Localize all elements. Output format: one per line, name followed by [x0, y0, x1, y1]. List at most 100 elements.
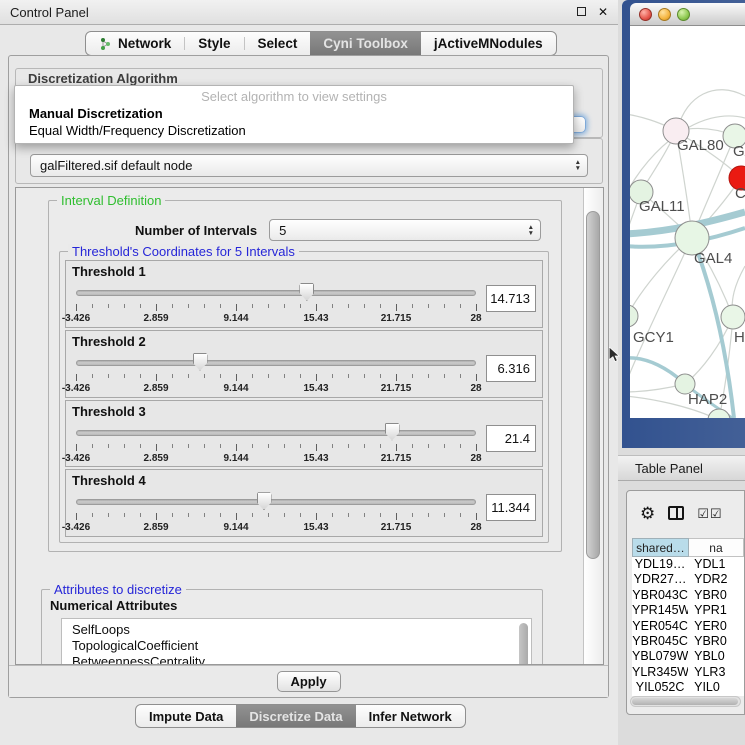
table-scrollbar-thumb[interactable]	[632, 698, 738, 705]
slider-track[interactable]	[76, 499, 476, 505]
zoom-traffic-light-icon[interactable]	[677, 8, 690, 21]
table-cell[interactable]: YBL0	[688, 649, 744, 664]
table-row[interactable]: YBL079WYBL0	[632, 649, 744, 664]
threshold-list: Threshold 1 -3.4262.8599.14415.4321.7152…	[65, 260, 543, 537]
slider-tick-labels: -3.4262.8599.14415.4321.71528	[76, 313, 476, 325]
number-of-intervals-label: Number of Intervals	[135, 223, 257, 238]
panel-scrollbar-thumb[interactable]	[586, 211, 600, 559]
table-cell[interactable]: YPR145W	[632, 603, 688, 618]
attribute-item[interactable]: SelfLoops	[72, 622, 531, 638]
threshold-value-field[interactable]: 14.713	[486, 285, 536, 312]
tick-label: 28	[470, 522, 481, 533]
table-row[interactable]: YBR045CYBR0	[632, 634, 744, 649]
table-horizontal-scrollbar[interactable]	[630, 696, 741, 707]
panel-title: Control Panel	[10, 5, 89, 20]
attributes-list-scrollbar[interactable]	[519, 623, 528, 665]
threshold-slider: -3.4262.8599.14415.4321.71528	[76, 353, 476, 395]
slider-track[interactable]	[76, 360, 476, 366]
table-cell[interactable]: YDR27…	[632, 572, 688, 587]
close-traffic-light-icon[interactable]	[639, 8, 652, 21]
column-header-shared-name[interactable]: shared…	[632, 538, 689, 557]
table-cell[interactable]: YBL079W	[632, 649, 688, 664]
threshold-value-field[interactable]: 21.4	[486, 425, 536, 452]
threshold-value-field[interactable]: 6.316	[486, 355, 536, 382]
table-cell[interactable]: YIL052C	[632, 680, 688, 695]
gear-icon[interactable]: ⚙	[640, 505, 655, 522]
table-cell[interactable]: YER054C	[632, 619, 688, 634]
tab-discretize-data[interactable]: Discretize Data	[236, 705, 355, 727]
tab-select[interactable]: Select	[245, 32, 311, 55]
slider-ticks	[76, 513, 476, 521]
column-header-name[interactable]: na	[689, 538, 744, 557]
float-window-icon[interactable]	[577, 6, 586, 18]
slider-thumb[interactable]	[299, 283, 314, 301]
close-panel-icon[interactable]: ✕	[598, 6, 608, 18]
node-gcy1	[630, 305, 638, 327]
table-cell[interactable]: YDL1	[688, 557, 744, 572]
numerical-attributes-list: SelfLoopsTopologicalCoefficientBetweenne…	[61, 618, 532, 665]
table-row[interactable]: YIL052CYIL0	[632, 680, 744, 695]
table-cell[interactable]: YER0	[688, 619, 744, 634]
tick-label: 28	[470, 453, 481, 464]
table-panel-title: Table Panel	[635, 461, 703, 476]
tab-cyni-toolbox[interactable]: Cyni Toolbox	[310, 32, 421, 55]
table-row[interactable]: YDR27…YDR2	[632, 572, 744, 587]
numerical-attributes-label: Numerical Attributes	[50, 598, 177, 613]
table-cell[interactable]: YDL19…	[632, 557, 688, 572]
table-cell[interactable]: YBR043C	[632, 588, 688, 603]
minimize-traffic-light-icon[interactable]	[658, 8, 671, 21]
tab-style[interactable]: Style	[185, 32, 243, 55]
tick-label: 2.859	[143, 522, 168, 533]
algorithm-option-equal-width[interactable]: Equal Width/Frequency Discretization	[15, 122, 573, 139]
tick-label: 2.859	[143, 453, 168, 464]
table-cell[interactable]: YPR1	[688, 603, 744, 618]
table-panel-toolbar: ⚙ ☑☑	[627, 491, 744, 535]
tab-impute-data[interactable]: Impute Data	[136, 705, 236, 727]
checked-checkbox-icon[interactable]: ☑☑	[697, 507, 722, 520]
tab-jactivemnodules[interactable]: jActiveMNodules	[421, 32, 556, 55]
tick-label: -3.426	[62, 522, 90, 533]
apply-row: Apply	[9, 665, 608, 697]
slider-ticks	[76, 304, 476, 312]
table-data-combobox[interactable]: galFiltered.sif default node ▲▼	[30, 154, 588, 177]
discretization-algorithm-group-title: Discretization Algorithm	[28, 71, 178, 86]
slider-track[interactable]	[76, 290, 476, 296]
table-cell[interactable]: YLR3	[688, 665, 744, 680]
tick-label: 15.43	[303, 453, 328, 464]
table-cell[interactable]: YIL0	[688, 680, 744, 695]
table-cell[interactable]: YBR045C	[632, 634, 688, 649]
slider-thumb[interactable]	[257, 492, 272, 510]
tick-label: 15.43	[303, 522, 328, 533]
mouse-cursor	[609, 347, 621, 362]
panel-vertical-scrollbar[interactable]	[583, 188, 603, 664]
table-cell[interactable]: YBR0	[688, 634, 744, 649]
tick-label: 28	[470, 313, 481, 324]
slider-ticks	[76, 374, 476, 382]
table-cell[interactable]: YLR345W	[632, 665, 688, 680]
table-row[interactable]: YER054CYER0	[632, 619, 744, 634]
network-view-window: GAL80 GA C GAL11 GAL4 GCY1 H HAP2	[622, 0, 745, 448]
table-cell[interactable]: YDR2	[688, 572, 744, 587]
slider-thumb[interactable]	[193, 353, 208, 371]
attribute-item[interactable]: TopologicalCoefficient	[72, 638, 531, 654]
tab-network[interactable]: Network	[86, 32, 184, 55]
algorithm-option-manual[interactable]: Manual Discretization	[15, 105, 573, 122]
slider-thumb[interactable]	[385, 423, 400, 441]
interval-definition-group-title: Interval Definition	[57, 193, 165, 208]
tick-label: 9.144	[223, 313, 248, 324]
table-cell[interactable]: YBR0	[688, 588, 744, 603]
table-row[interactable]: YBR043CYBR0	[632, 588, 744, 603]
threshold-value-field[interactable]: 11.344	[486, 494, 536, 521]
columns-icon[interactable]	[668, 506, 684, 520]
apply-button[interactable]: Apply	[277, 671, 341, 692]
tick-label: 21.715	[381, 453, 412, 464]
slider-track[interactable]	[76, 430, 476, 436]
table-row[interactable]: YPR145WYPR1	[632, 603, 744, 618]
control-panel: Control Panel ✕ Network Style Select Cyn…	[0, 0, 618, 745]
table-row[interactable]: YDL19…YDL1	[632, 557, 744, 572]
attribute-item[interactable]: BetweennessCentrality	[72, 654, 531, 665]
network-canvas[interactable]: GAL80 GA C GAL11 GAL4 GCY1 H HAP2	[630, 26, 745, 418]
tab-infer-network[interactable]: Infer Network	[356, 705, 465, 727]
number-of-intervals-combobox[interactable]: 5 ▲▼	[269, 219, 541, 241]
table-row[interactable]: YLR345WYLR3	[632, 665, 744, 680]
